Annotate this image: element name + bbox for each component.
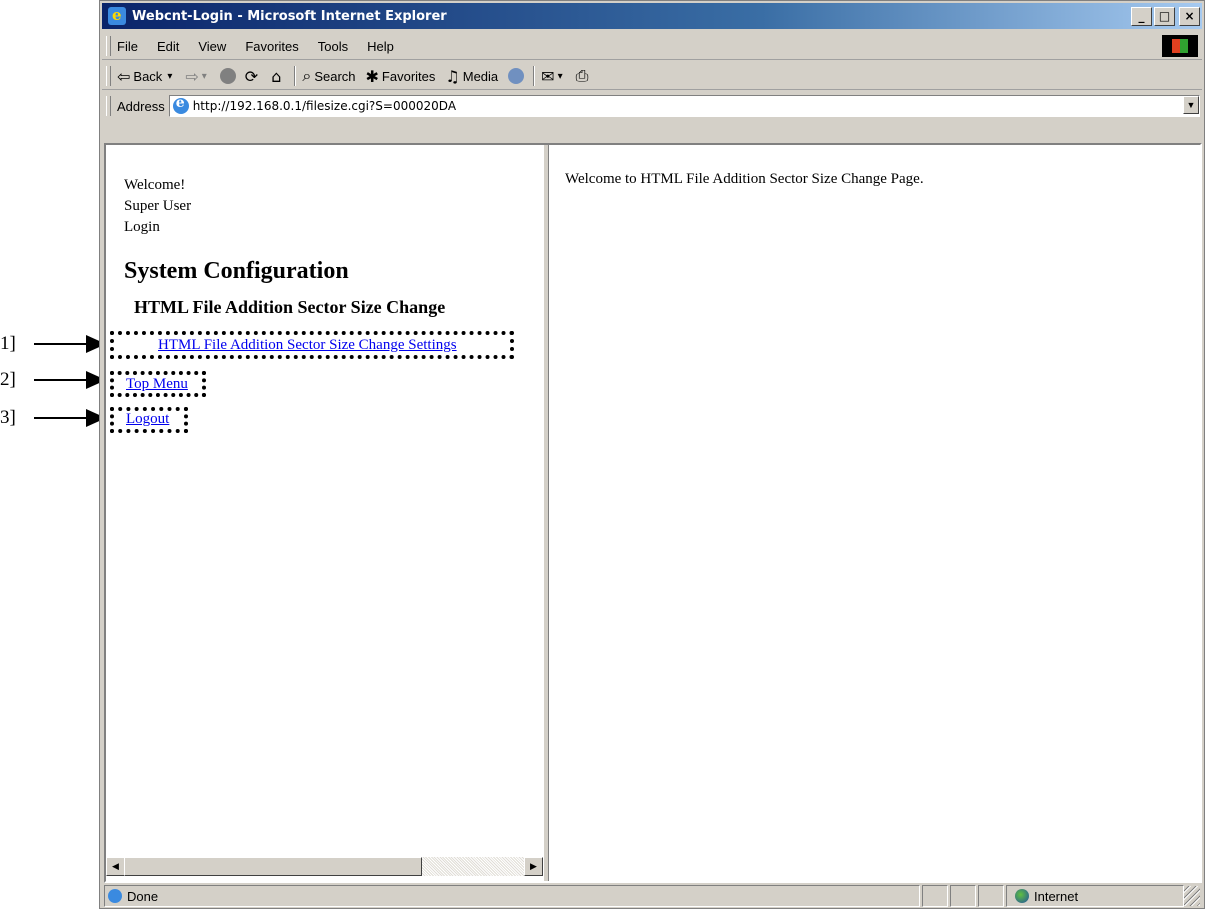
status-page-icon — [108, 889, 122, 903]
section-title: HTML File Addition Sector Size Change — [134, 297, 446, 317]
forward-button[interactable]: ⇨ ▾ — [185, 67, 209, 86]
forward-dropdown-icon[interactable]: ▾ — [202, 71, 207, 82]
status-text: Done — [127, 888, 159, 904]
page-icon — [172, 95, 189, 114]
security-zone: Internet — [1006, 885, 1184, 907]
left-frame: Welcome! Super User Login System Configu… — [106, 145, 543, 881]
search-label: Search — [314, 68, 356, 84]
forward-arrow-icon: ⇨ — [185, 66, 199, 86]
address-grip[interactable] — [106, 96, 111, 116]
maximize-button[interactable]: □ — [1154, 7, 1175, 26]
resize-grip-icon[interactable] — [1184, 886, 1200, 906]
globe-icon — [1015, 889, 1029, 903]
back-arrow-icon: ⇦ — [117, 66, 131, 86]
toolbar-separator — [294, 66, 297, 86]
menu-file[interactable]: File — [117, 39, 138, 54]
favorites-label: Favorites — [381, 68, 436, 84]
toolbar-grip[interactable] — [106, 66, 111, 86]
callout-2-label: 2] — [0, 369, 16, 390]
scroll-right-icon[interactable]: ▶ — [524, 857, 543, 876]
mail-icon: ✉ — [541, 66, 555, 86]
right-frame: Welcome to HTML File Addition Sector Siz… — [549, 145, 1200, 881]
media-icon: ♫ — [445, 66, 460, 86]
menu-bar: File Edit View Favorites Tools Help — [102, 33, 1202, 60]
search-button[interactable]: ⌕ Search — [302, 66, 355, 86]
window-title: Webcnt-Login - Microsoft Internet Explor… — [132, 8, 447, 24]
print-icon: ⎙ — [575, 66, 589, 85]
callout-1: 1] — [0, 333, 106, 354]
callout-1-line — [34, 343, 86, 345]
user-role-text: Super User — [124, 198, 192, 214]
zone-text: Internet — [1034, 888, 1079, 904]
login-text: Login — [124, 219, 160, 235]
window-controls: _ □ × — [1131, 7, 1200, 26]
media-label: Media — [462, 68, 499, 84]
status-cell-1 — [922, 885, 948, 907]
scroll-thumb[interactable] — [124, 857, 422, 876]
menu-grip[interactable] — [106, 36, 111, 56]
welcome-block: Welcome! Super User Login — [124, 175, 191, 238]
highlight-box-3 — [110, 407, 188, 433]
address-bar: Address http://192.168.0.1/filesize.cgi?… — [102, 93, 1202, 119]
status-bar: Done Internet — [104, 885, 1200, 907]
highlight-box-1 — [110, 331, 514, 359]
status-cell-3 — [978, 885, 1004, 907]
address-dropdown-icon[interactable]: ▼ — [1183, 96, 1199, 114]
toolbar-separator-2 — [533, 66, 536, 86]
callout-2-line — [34, 379, 86, 381]
scroll-left-icon[interactable]: ◀ — [106, 857, 125, 876]
mail-dropdown-icon[interactable]: ▾ — [558, 71, 563, 82]
status-main: Done — [104, 885, 920, 907]
windows-logo-icon — [1162, 35, 1198, 57]
page-title: System Configuration — [124, 258, 349, 284]
home-icon: ⌂ — [271, 66, 282, 86]
back-label: Back — [133, 68, 163, 84]
callout-3-line — [34, 417, 86, 419]
menu-help[interactable]: Help — [367, 39, 394, 54]
favorites-button[interactable]: ✱ Favorites — [366, 67, 436, 86]
print-button[interactable]: ⎙ — [576, 66, 592, 86]
title-bar[interactable]: Webcnt-Login - Microsoft Internet Explor… — [102, 3, 1202, 29]
welcome-text: Welcome! — [124, 177, 186, 193]
highlight-box-2 — [110, 371, 206, 397]
callout-3-label: 3] — [0, 407, 16, 428]
close-button[interactable]: × — [1179, 7, 1200, 26]
callout-2: 2] — [0, 369, 106, 390]
media-button[interactable]: ♫ Media — [445, 67, 498, 86]
address-label: Address — [117, 98, 165, 114]
ie-icon[interactable] — [108, 6, 126, 25]
browser-window: Webcnt-Login - Microsoft Internet Explor… — [99, 0, 1205, 909]
refresh-button[interactable]: ⟳ — [245, 67, 261, 86]
search-icon: ⌕ — [302, 66, 312, 85]
back-button[interactable]: ⇦ Back ▾ — [117, 67, 175, 86]
history-icon[interactable] — [508, 68, 525, 84]
content-area: Welcome! Super User Login System Configu… — [104, 143, 1202, 883]
refresh-icon: ⟳ — [244, 66, 259, 86]
standard-toolbar: ⇦ Back ▾ ⇨ ▾ ⟳ ⌂ ⌕ Search ✱ Favorites ♫ … — [102, 63, 1202, 90]
menu-favorites[interactable]: Favorites — [245, 39, 298, 54]
address-url[interactable]: http://192.168.0.1/filesize.cgi?S=000020… — [193, 99, 456, 113]
callout-3: 3] — [0, 407, 106, 428]
menu-edit[interactable]: Edit — [157, 39, 179, 54]
menu-view[interactable]: View — [198, 39, 226, 54]
menu-tools[interactable]: Tools — [318, 39, 348, 54]
home-button[interactable]: ⌂ — [271, 67, 284, 86]
mail-button[interactable]: ✉ ▾ — [541, 67, 565, 86]
status-cell-2 — [950, 885, 976, 907]
horizontal-scrollbar[interactable]: ◀ ▶ — [106, 857, 543, 876]
minimize-button[interactable]: _ — [1131, 7, 1152, 26]
stop-icon[interactable] — [219, 68, 236, 84]
callout-1-label: 1] — [0, 333, 16, 354]
welcome-message: Welcome to HTML File Addition Sector Siz… — [565, 171, 924, 187]
back-dropdown-icon[interactable]: ▾ — [167, 71, 172, 82]
favorites-star-icon: ✱ — [365, 66, 379, 86]
address-input[interactable]: http://192.168.0.1/filesize.cgi?S=000020… — [168, 95, 1200, 117]
